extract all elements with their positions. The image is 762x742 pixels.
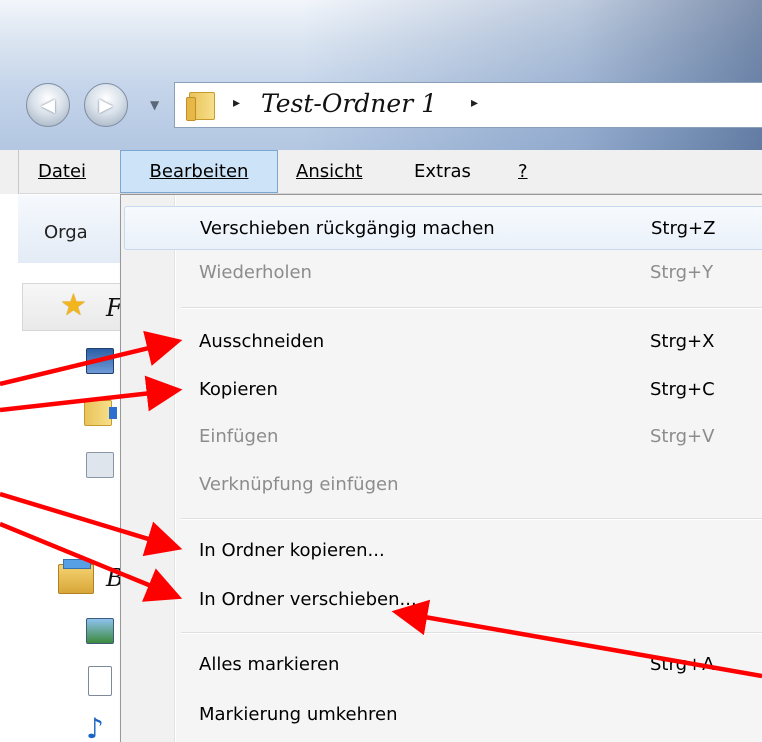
address-bar[interactable]: ▸ Test-Ordner 1 ▸ [174,82,762,128]
breadcrumb-current-folder[interactable]: Test-Ordner 1 [261,89,437,118]
menu-item-label: Kopieren [199,379,278,400]
star-icon: ★ [60,288,87,323]
menu-item-label: Einfügen [199,426,279,447]
edit-menu-dropdown: Verschieben rückgängig machen Strg+Z Wie… [120,194,762,742]
menu-item-label: In Ordner kopieren... [199,540,385,561]
menu-extras[interactable]: Extras [414,150,471,193]
menu-item-copy[interactable]: Kopieren Strg+C [124,368,762,412]
menu-separator [181,632,762,634]
menu-item-undo[interactable]: Verschieben rückgängig machen Strg+Z [124,206,762,250]
menu-separator [181,518,762,520]
pictures-icon[interactable] [86,618,114,644]
menu-item-shortcut: Strg+Y [650,262,714,283]
menu-item-label: Wiederholen [199,262,312,283]
menu-item-paste[interactable]: Einfügen Strg+V [124,415,762,459]
menu-item-move-to-folder[interactable]: In Ordner verschieben... [124,578,762,622]
menu-item-redo[interactable]: Wiederholen Strg+Y [124,251,762,295]
forward-button[interactable]: ▶ [84,83,128,127]
menu-item-select-all[interactable]: Alles markieren Strg+A [124,643,762,687]
explorer-window: ◀ ▶ ▼ ▸ Test-Ordner 1 ▸ Datei Bearbeiten… [0,0,762,742]
recent-pages-dropdown-icon[interactable]: ▼ [150,98,159,112]
menu-item-label: Alles markieren [199,654,340,675]
back-button[interactable]: ◀ [26,83,70,127]
folder-icon [186,92,215,121]
menu-help[interactable]: ? [518,150,528,193]
forward-arrow-icon: ▶ [99,94,113,116]
menu-item-shortcut: Strg+Z [651,218,716,239]
music-icon[interactable]: ♪ [86,712,110,742]
menu-item-copy-to-folder[interactable]: In Ordner kopieren... [124,529,762,573]
menu-item-label: Ausschneiden [199,331,325,352]
menu-item-shortcut: Strg+C [650,379,715,400]
desktop-icon[interactable] [86,348,114,374]
menu-item-shortcut: Strg+X [650,331,715,352]
network-places-icon[interactable] [86,452,114,478]
menu-item-invert-selection[interactable]: Markierung umkehren [124,693,762,737]
menu-bar: Datei Bearbeiten Ansicht Extras ? [0,150,762,194]
back-arrow-icon: ◀ [41,94,55,116]
menu-item-shortcut: Strg+V [650,426,715,447]
menu-item-label: In Ordner verschieben... [199,589,417,610]
menu-separator [181,307,762,309]
breadcrumb-separator-icon[interactable]: ▸ [471,95,478,111]
navigation-pane [18,263,129,742]
menu-item-shortcut: Strg+A [650,654,715,675]
menu-bearbeiten-label: Bearbeiten [149,161,249,182]
libraries-icon[interactable] [58,559,94,594]
breadcrumb-separator-icon[interactable]: ▸ [233,95,240,111]
documents-icon[interactable] [88,666,112,696]
menu-item-cut[interactable]: Ausschneiden Strg+X [124,320,762,364]
menu-item-paste-shortcut[interactable]: Verknüpfung einfügen [124,463,762,507]
downloads-icon[interactable] [84,400,117,426]
menu-ansicht[interactable]: Ansicht [296,150,362,193]
organize-button[interactable]: Orga [44,222,88,243]
menu-item-label: Verknüpfung einfügen [199,474,399,495]
menu-item-label: Verschieben rückgängig machen [200,218,495,239]
menu-item-label: Markierung umkehren [199,704,398,725]
menu-bearbeiten[interactable]: Bearbeiten [120,150,278,193]
menu-datei[interactable]: Datei [38,150,86,193]
